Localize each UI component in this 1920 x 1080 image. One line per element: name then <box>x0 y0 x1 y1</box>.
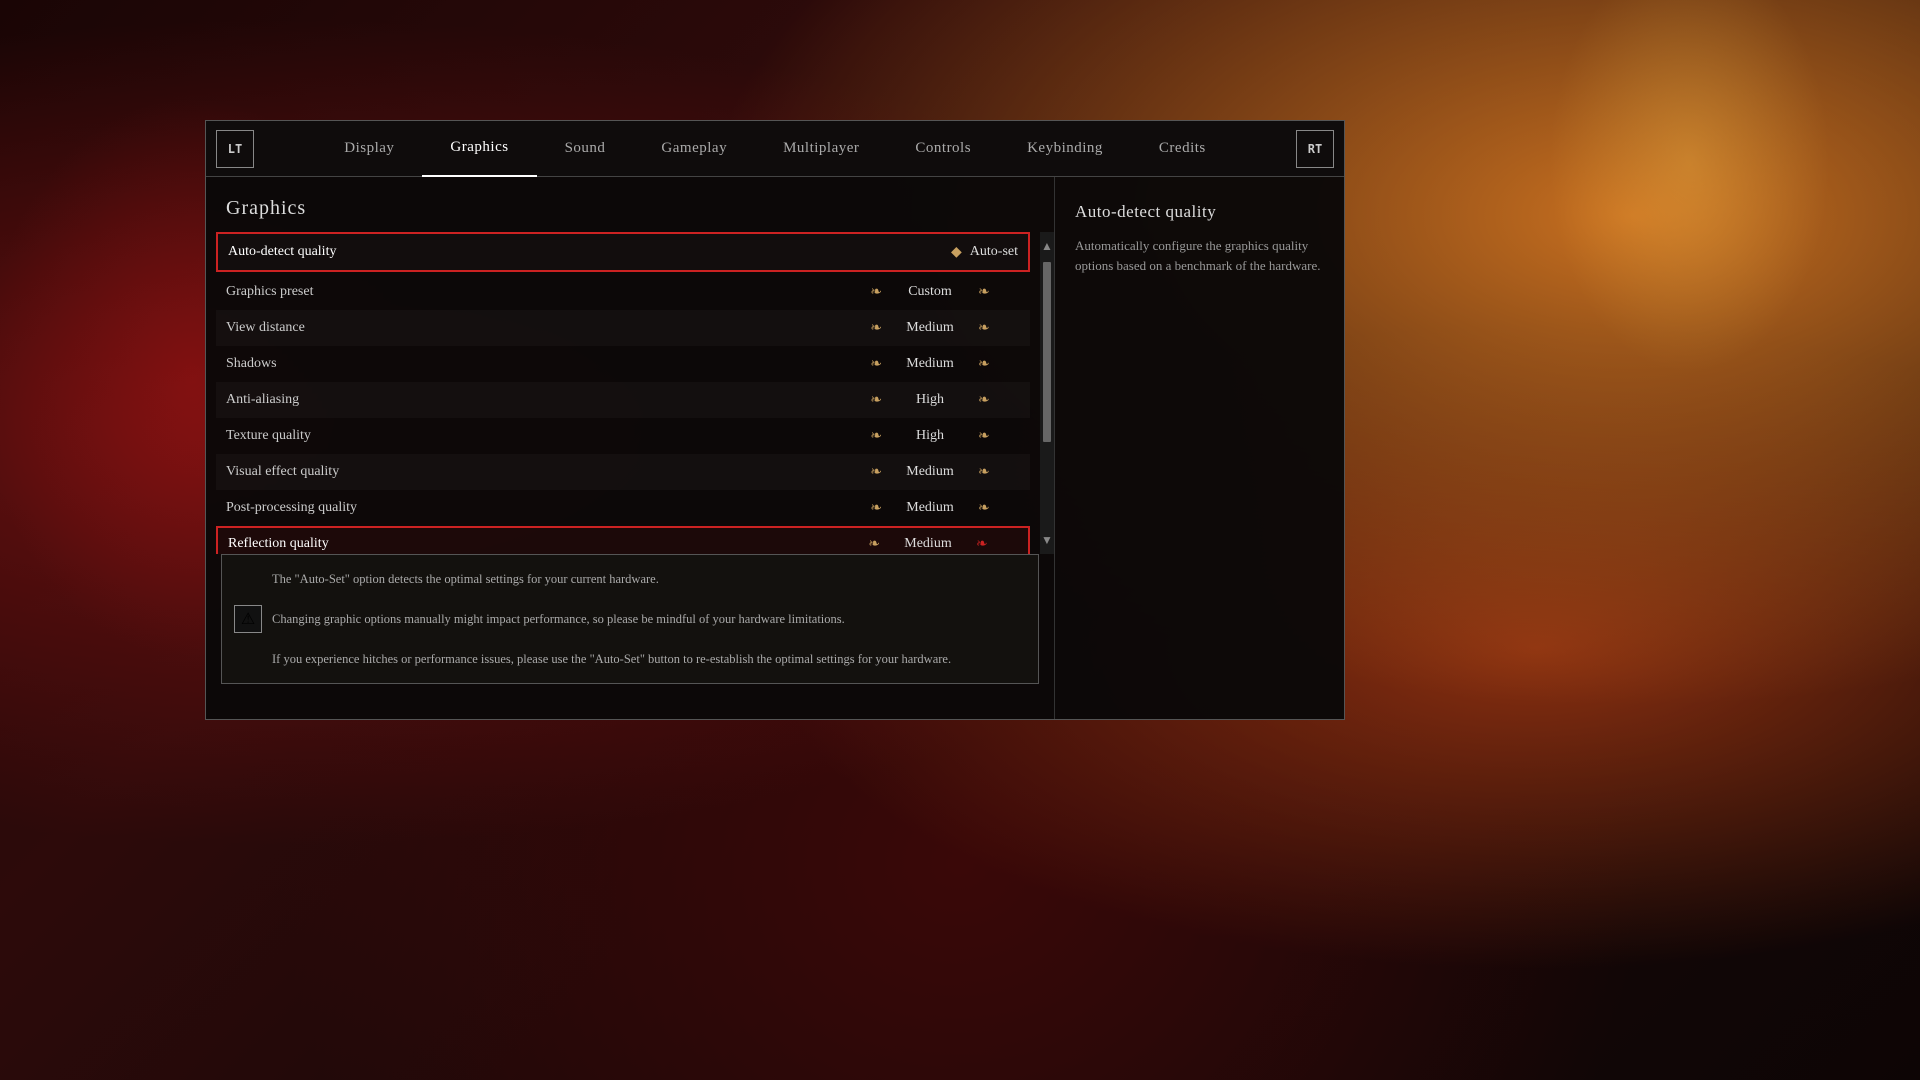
arrow-left-3: ❧ <box>870 392 882 409</box>
setting-name-5: Visual effect quality <box>226 464 840 480</box>
arrow-right-0: ❧ <box>978 284 990 301</box>
tab-credits[interactable]: Credits <box>1131 121 1234 177</box>
setting-value-6: Medium <box>890 500 970 516</box>
setting-value-3: High <box>890 392 970 408</box>
tab-gameplay[interactable]: Gameplay <box>633 121 755 177</box>
setting-value-reflection: Medium <box>888 536 968 552</box>
main-panel: Graphics Auto-detect quality ◆ Auto-set … <box>206 177 1054 719</box>
arrow-right-2: ❧ <box>978 356 990 373</box>
setting-controls-6: ❧ Medium ❧ <box>840 500 1020 517</box>
setting-row-reflection[interactable]: Reflection quality ❧ Medium ❧ <box>216 526 1030 554</box>
setting-controls-2: ❧ Medium ❧ <box>840 356 1020 373</box>
scroll-up-arrow[interactable]: ▲ <box>1041 236 1053 256</box>
section-title: Graphics <box>206 197 1054 232</box>
setting-name-1: View distance <box>226 320 840 336</box>
setting-name-3: Anti-aliasing <box>226 392 840 408</box>
setting-value-2: Medium <box>890 356 970 372</box>
setting-value-0: Custom <box>890 284 970 300</box>
lt-button[interactable]: LT <box>216 130 254 168</box>
scroll-thumb[interactable] <box>1043 262 1051 442</box>
nav-bar: LT Display Graphics Sound Gameplay Multi… <box>206 121 1344 177</box>
setting-name-2: Shadows <box>226 356 840 372</box>
scroll-down-arrow[interactable]: ▼ <box>1041 530 1053 550</box>
warning-text: The "Auto-Set" option detects the optima… <box>272 569 1024 669</box>
tab-display[interactable]: Display <box>316 121 422 177</box>
info-title: Auto-detect quality <box>1075 202 1324 222</box>
arrow-right-6: ❧ <box>978 500 990 517</box>
info-description: Automatically configure the graphics qua… <box>1075 236 1324 275</box>
scrollbar[interactable]: ▲ ▼ <box>1040 232 1054 554</box>
settings-modal: LT Display Graphics Sound Gameplay Multi… <box>205 120 1345 720</box>
tab-graphics[interactable]: Graphics <box>422 121 536 177</box>
setting-name-6: Post-processing quality <box>226 500 840 516</box>
setting-value-autodetect: ◆ Auto-set <box>951 244 1018 261</box>
tab-keybinding[interactable]: Keybinding <box>999 121 1131 177</box>
warning-box: ⚠ The "Auto-Set" option detects the opti… <box>221 554 1039 684</box>
arrow-left-5: ❧ <box>870 464 882 481</box>
arrow-left-4: ❧ <box>870 428 882 445</box>
arrow-left-0: ❧ <box>870 284 882 301</box>
warning-icon: ⚠ <box>234 605 262 633</box>
setting-row-0[interactable]: Graphics preset ❧ Custom ❧ <box>216 274 1030 310</box>
setting-row-3[interactable]: Anti-aliasing ❧ High ❧ <box>216 382 1030 418</box>
setting-controls-4: ❧ High ❧ <box>840 428 1020 445</box>
setting-controls-reflection: ❧ Medium ❧ <box>838 536 1018 553</box>
setting-controls-0: ❧ Custom ❧ <box>840 284 1020 301</box>
setting-controls-1: ❧ Medium ❧ <box>840 320 1020 337</box>
arrow-right-4: ❧ <box>978 428 990 445</box>
tab-sound[interactable]: Sound <box>537 121 634 177</box>
arrow-right-3: ❧ <box>978 392 990 409</box>
arrow-left-reflection: ❧ <box>868 536 880 553</box>
info-panel: Auto-detect quality Automatically config… <box>1054 177 1344 719</box>
setting-row-5[interactable]: Visual effect quality ❧ Medium ❧ <box>216 454 1030 490</box>
setting-name-0: Graphics preset <box>226 284 840 300</box>
content-area: Graphics Auto-detect quality ◆ Auto-set … <box>206 177 1344 719</box>
setting-name-4: Texture quality <box>226 428 840 444</box>
setting-value-4: High <box>890 428 970 444</box>
tab-controls[interactable]: Controls <box>887 121 999 177</box>
setting-row-4[interactable]: Texture quality ❧ High ❧ <box>216 418 1030 454</box>
settings-list: Auto-detect quality ◆ Auto-set Graphics … <box>206 232 1040 554</box>
setting-name-autodetect: Auto-detect quality <box>228 244 951 260</box>
rt-button[interactable]: RT <box>1296 130 1334 168</box>
arrow-right-5: ❧ <box>978 464 990 481</box>
setting-row-6[interactable]: Post-processing quality ❧ Medium ❧ <box>216 490 1030 526</box>
arrow-left-6: ❧ <box>870 500 882 517</box>
setting-name-reflection: Reflection quality <box>228 536 838 552</box>
setting-controls-5: ❧ Medium ❧ <box>840 464 1020 481</box>
nav-tabs: Display Graphics Sound Gameplay Multipla… <box>254 121 1296 177</box>
setting-row-autodetect[interactable]: Auto-detect quality ◆ Auto-set <box>216 232 1030 272</box>
tab-multiplayer[interactable]: Multiplayer <box>755 121 887 177</box>
setting-value-1: Medium <box>890 320 970 336</box>
setting-value-5: Medium <box>890 464 970 480</box>
arrow-right-1: ❧ <box>978 320 990 337</box>
setting-row-2[interactable]: Shadows ❧ Medium ❧ <box>216 346 1030 382</box>
arrow-left-2: ❧ <box>870 356 882 373</box>
setting-controls-3: ❧ High ❧ <box>840 392 1020 409</box>
arrow-right-reflection: ❧ <box>976 536 988 553</box>
setting-row-1[interactable]: View distance ❧ Medium ❧ <box>216 310 1030 346</box>
diamond-icon: ◆ <box>951 244 962 261</box>
arrow-left-1: ❧ <box>870 320 882 337</box>
